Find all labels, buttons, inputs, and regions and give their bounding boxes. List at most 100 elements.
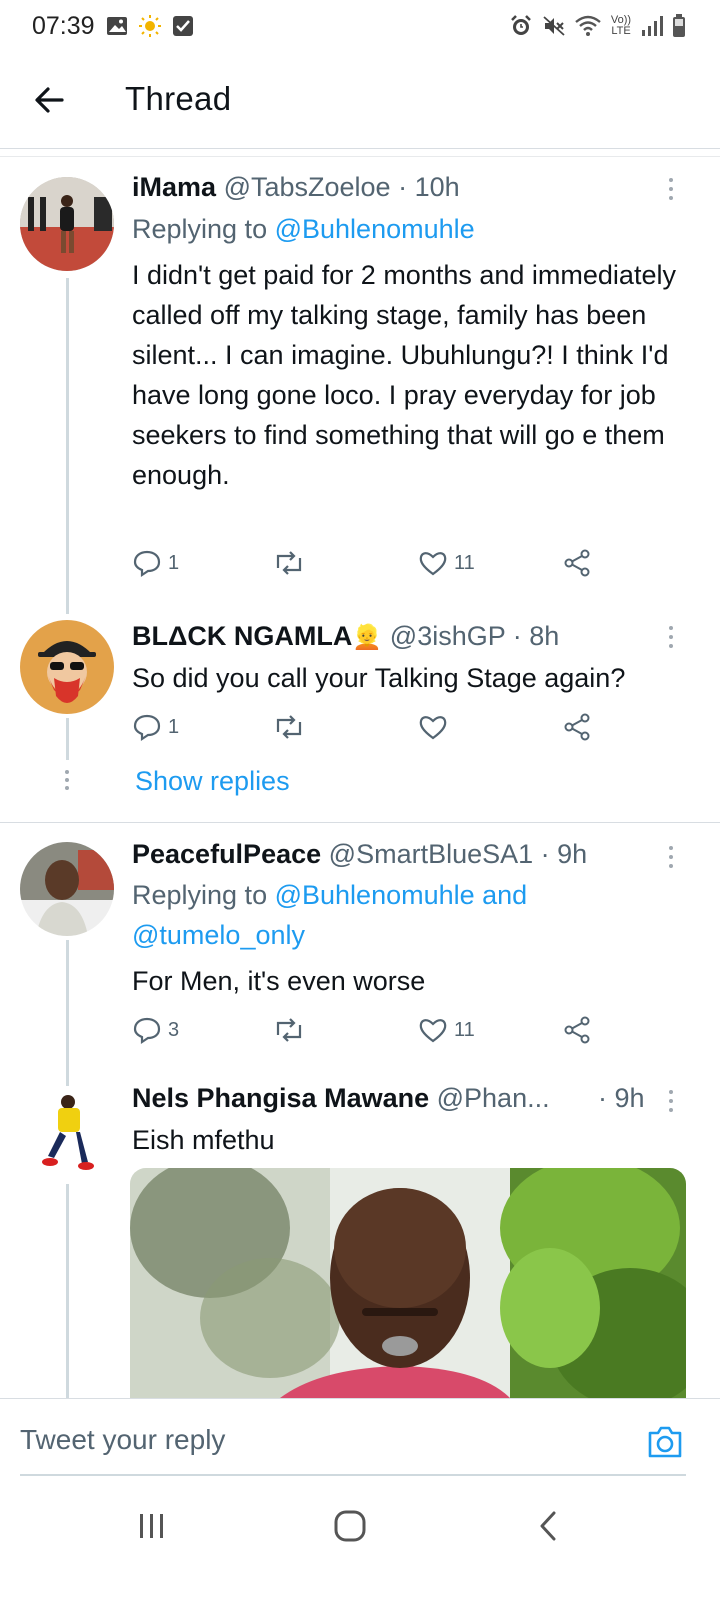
- replying-to-link[interactable]: @Buhlenomuhle and: [275, 880, 528, 910]
- author-handle[interactable]: @3ishGP: [390, 621, 505, 651]
- tweet-time: · 8h: [512, 621, 560, 651]
- divider: [0, 156, 720, 157]
- reply-button[interactable]: 1: [132, 712, 179, 742]
- tweet-header: iMama @TabsZoeloe · 10h: [132, 172, 460, 203]
- thread-line: [66, 718, 69, 760]
- wifi-icon: [575, 15, 601, 36]
- avatar[interactable]: [20, 842, 114, 936]
- tweet-header: Nels Phangisa Mawane @Phan...: [132, 1083, 550, 1114]
- reply-icon: [133, 1017, 161, 1045]
- status-time: 07:39: [32, 12, 95, 40]
- reply-input[interactable]: Tweet your reply: [20, 1424, 225, 1456]
- tweet-text: I didn't get paid for 2 months and immed…: [132, 260, 676, 490]
- tweet-time-wrap: · 9h: [598, 1083, 645, 1114]
- replying-to: Replying to @Buhlenomuhle: [132, 214, 475, 245]
- replying-to-link[interactable]: @tumelo_only: [132, 920, 305, 950]
- author-name[interactable]: iMama: [132, 172, 216, 202]
- tweet-time: · 9h: [598, 1083, 645, 1113]
- heart-icon: [419, 552, 447, 576]
- tweet-actions: 1 11: [132, 548, 602, 584]
- reply-underline: [20, 1474, 686, 1476]
- like-count: 11: [454, 1018, 475, 1041]
- heart-icon: [419, 716, 447, 740]
- image-icon: [107, 17, 127, 35]
- replying-prefix: Replying to: [132, 214, 268, 244]
- like-button[interactable]: [418, 712, 448, 742]
- tweet-actions: 1: [132, 712, 602, 748]
- tweet-media-image[interactable]: [130, 1168, 686, 1398]
- tweet-time: · 10h: [398, 172, 460, 202]
- reply-count: 1: [168, 715, 180, 738]
- retweet-button[interactable]: [272, 548, 306, 578]
- page-title: Thread: [125, 80, 232, 117]
- author-emoji: 👱: [352, 624, 383, 651]
- replying-to: @tumelo_only: [132, 920, 305, 951]
- more-options-icon[interactable]: [667, 626, 675, 648]
- tweet-header: BLΔCK NGAMLA👱 @3ishGP · 8h: [132, 621, 559, 652]
- tweet-actions: 3 11: [132, 1015, 602, 1051]
- mute-icon: [543, 16, 565, 36]
- share-icon: [564, 549, 590, 577]
- author-name[interactable]: PeacefulPeace: [132, 839, 321, 869]
- retweet-icon: [276, 551, 302, 575]
- avatar[interactable]: [20, 177, 114, 271]
- retweet-icon: [276, 715, 302, 739]
- reply-icon: [133, 714, 161, 742]
- status-right-icons: Vo)) LTE: [509, 14, 686, 38]
- checkbox-icon: [173, 16, 193, 36]
- thread-line: [66, 278, 69, 614]
- like-button[interactable]: 11: [418, 548, 475, 578]
- replying-prefix: Replying to: [132, 880, 268, 910]
- thread-line: [66, 1184, 69, 1398]
- more-options-icon[interactable]: [667, 1090, 675, 1112]
- like-button[interactable]: 11: [418, 1015, 475, 1045]
- share-button[interactable]: [562, 1015, 592, 1045]
- avatar[interactable]: [20, 620, 114, 714]
- show-replies-link[interactable]: Show replies: [135, 766, 290, 797]
- share-icon: [564, 713, 590, 741]
- back-nav-icon[interactable]: [534, 1508, 564, 1544]
- author-handle[interactable]: @TabsZoeloe: [224, 172, 391, 202]
- tweet-text: Eish mfethu: [132, 1125, 275, 1155]
- retweet-button[interactable]: [272, 712, 306, 742]
- reply-button[interactable]: 1: [132, 548, 179, 578]
- tweet-time: · 9h: [540, 839, 588, 869]
- recent-apps-icon[interactable]: [136, 1510, 168, 1542]
- status-left-icons: [106, 14, 194, 38]
- home-icon[interactable]: [332, 1508, 368, 1544]
- battery-icon: [673, 14, 685, 37]
- author-name[interactable]: BLΔCK NGAMLA: [132, 621, 352, 651]
- volte-icon: Vo)) LTE: [610, 14, 632, 37]
- tweet-header: PeacefulPeace @SmartBlueSA1 · 9h: [132, 839, 587, 870]
- thread-dots: [63, 770, 71, 790]
- reply-count: 1: [168, 551, 180, 574]
- share-icon: [564, 1016, 590, 1044]
- heart-icon: [419, 1019, 447, 1043]
- thread-line: [66, 940, 69, 1086]
- alarm-icon: [511, 15, 531, 35]
- reply-count: 3: [168, 1018, 180, 1041]
- divider: [0, 822, 720, 823]
- author-name[interactable]: Nels Phangisa Mawane: [132, 1083, 429, 1113]
- replying-to-link[interactable]: @Buhlenomuhle: [275, 214, 475, 244]
- avatar[interactable]: [20, 1086, 114, 1180]
- sun-icon: [139, 15, 161, 37]
- reply-button[interactable]: 3: [132, 1015, 179, 1045]
- share-button[interactable]: [562, 548, 592, 578]
- tweet-text: For Men, it's even worse: [132, 966, 426, 996]
- reply-icon: [133, 550, 161, 578]
- signal-icon: [642, 16, 663, 36]
- more-options-icon[interactable]: [667, 846, 675, 868]
- share-button[interactable]: [562, 712, 592, 742]
- retweet-button[interactable]: [272, 1015, 306, 1045]
- retweet-icon: [276, 1018, 302, 1042]
- tweet-text: So did you call your Talking Stage again…: [132, 663, 626, 693]
- author-handle[interactable]: @Phan...: [437, 1083, 550, 1113]
- thread-header: [0, 52, 720, 149]
- replying-to: Replying to @Buhlenomuhle and: [132, 880, 527, 911]
- more-options-icon[interactable]: [667, 178, 675, 200]
- author-handle[interactable]: @SmartBlueSA1: [329, 839, 534, 869]
- like-count: 11: [454, 551, 475, 574]
- back-arrow-icon[interactable]: [30, 80, 70, 120]
- camera-icon[interactable]: [646, 1424, 684, 1460]
